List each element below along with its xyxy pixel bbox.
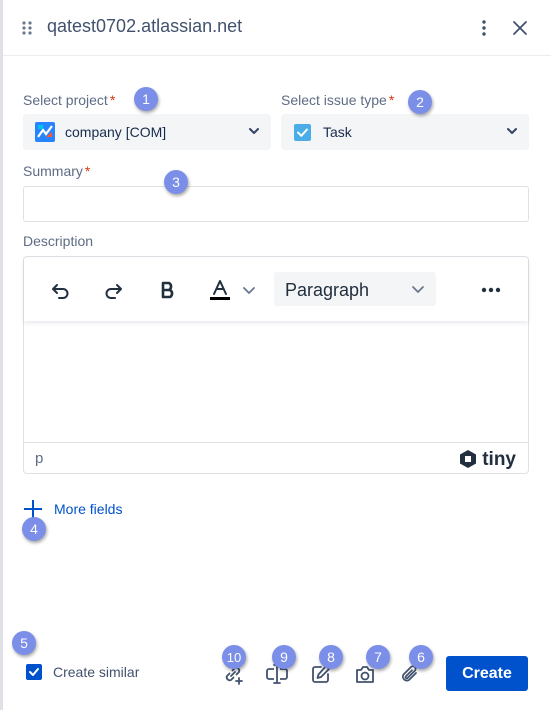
dialog-header: qatest0702.atlassian.net: [3, 0, 551, 56]
editor-toolbar: Paragraph: [24, 257, 528, 321]
drag-handle-icon[interactable]: [21, 18, 33, 38]
project-value: company [COM]: [65, 124, 167, 140]
tiny-logo[interactable]: tiny: [458, 449, 516, 469]
issue-type-label: Select issue type *: [281, 92, 395, 108]
create-button[interactable]: Create: [446, 656, 528, 691]
summary-label: Summary *: [23, 163, 91, 179]
text-color-icon[interactable]: [205, 275, 235, 305]
annotation-badge-10: 10: [222, 645, 246, 669]
annotation-badge-1: 1: [134, 87, 158, 111]
more-vertical-icon[interactable]: [473, 16, 495, 40]
more-horizontal-icon[interactable]: [476, 275, 506, 305]
project-select[interactable]: company [COM]: [23, 114, 271, 150]
undo-icon[interactable]: [44, 275, 74, 305]
checkbox-checked-icon[interactable]: [26, 664, 42, 680]
required-mark: *: [84, 163, 91, 179]
description-editor[interactable]: Paragraph p tiny: [23, 256, 529, 474]
text-color-dropdown-icon[interactable]: [239, 275, 259, 305]
annotation-badge-9: 9: [272, 645, 296, 669]
annotation-badge-8: 8: [319, 645, 343, 669]
create-similar-checkbox[interactable]: Create similar: [26, 664, 139, 680]
issue-type-value: Task: [323, 124, 352, 140]
close-icon[interactable]: [508, 16, 532, 40]
redo-icon[interactable]: [100, 275, 130, 305]
annotation-badge-7: 7: [366, 645, 390, 669]
annotation-badge-5: 5: [12, 631, 36, 655]
dialog-title: qatest0702.atlassian.net: [47, 16, 243, 36]
tiny-logo-icon: [458, 449, 478, 469]
left-edge-divider: [0, 0, 3, 710]
block-format-select[interactable]: Paragraph: [274, 272, 436, 306]
chevron-down-icon: [410, 281, 426, 302]
description-label: Description: [23, 233, 94, 249]
more-fields-label: More fields: [54, 501, 123, 517]
chevron-down-icon: [247, 124, 261, 143]
annotation-badge-2: 2: [408, 90, 432, 114]
block-format-value: Paragraph: [285, 280, 370, 300]
summary-input[interactable]: [23, 186, 529, 222]
required-mark: *: [388, 92, 395, 108]
create-similar-label: Create similar: [53, 664, 140, 680]
project-label: Select project *: [23, 92, 116, 108]
chevron-down-icon: [505, 124, 519, 143]
annotation-badge-4: 4: [22, 517, 46, 541]
task-checkbox-icon: [294, 123, 311, 141]
required-mark: *: [109, 92, 116, 108]
issue-type-select[interactable]: Task: [281, 114, 529, 150]
editor-statusbar: p tiny: [24, 442, 528, 473]
tiny-logo-text: tiny: [482, 448, 516, 470]
project-avatar-icon: [35, 122, 55, 142]
element-path[interactable]: p: [35, 450, 43, 467]
bold-icon[interactable]: [153, 275, 183, 305]
annotation-badge-3: 3: [164, 170, 188, 194]
annotation-badge-6: 6: [409, 645, 433, 669]
